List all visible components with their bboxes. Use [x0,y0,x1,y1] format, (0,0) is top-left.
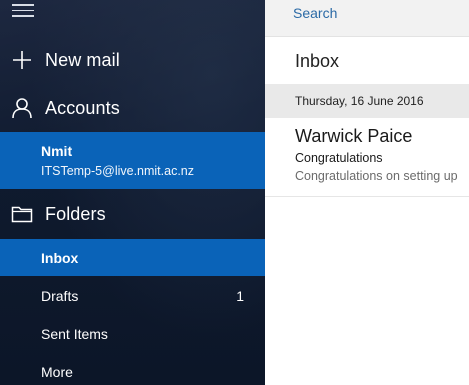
message-sender: Warwick Paice [295,126,413,146]
date-group-header: Thursday, 16 June 2016 [265,84,469,118]
folders-label: Folders [45,203,106,224]
folder-label: Drafts [41,287,79,304]
hamburger-menu-icon[interactable] [12,4,34,18]
message-subject: Congratulations [295,151,383,165]
message-list-pane: Search Inbox Thursday, 16 June 2016 Warw… [265,0,469,385]
unread-count-badge: 1 [236,287,244,304]
search-input[interactable]: Search [293,5,337,21]
folder-label: Sent Items [41,325,108,342]
plus-icon [13,51,31,69]
message-list-item[interactable]: Warwick Paice Congratulations Congratula… [265,118,469,197]
more-folders-button[interactable]: More [0,353,265,385]
folder-item-inbox[interactable]: Inbox [0,239,265,276]
accounts-button[interactable]: Accounts [0,89,265,127]
folder-icon [11,206,33,223]
account-email: ITSTemp-5@live.nmit.ac.nz [41,164,195,178]
message-preview: Congratulations on setting up [295,169,458,183]
account-name: Nmit [41,143,73,159]
folder-item-sent-items[interactable]: Sent Items [0,315,265,352]
folders-button[interactable]: Folders [0,195,265,233]
navigation-pane: New mail Accounts Nmit ITSTemp-5@live.nm… [0,0,265,385]
new-mail-label: New mail [45,49,120,70]
account-item[interactable]: Nmit ITSTemp-5@live.nmit.ac.nz [0,132,265,189]
folder-label: Inbox [41,249,79,266]
more-label: More [41,363,73,380]
accounts-label: Accounts [45,97,120,118]
person-icon [12,98,32,119]
new-mail-button[interactable]: New mail [0,41,265,79]
folder-item-drafts[interactable]: Drafts 1 [0,277,265,314]
search-box[interactable]: Search [265,0,469,37]
date-label: Thursday, 16 June 2016 [295,94,424,108]
folder-title: Inbox [295,51,340,71]
